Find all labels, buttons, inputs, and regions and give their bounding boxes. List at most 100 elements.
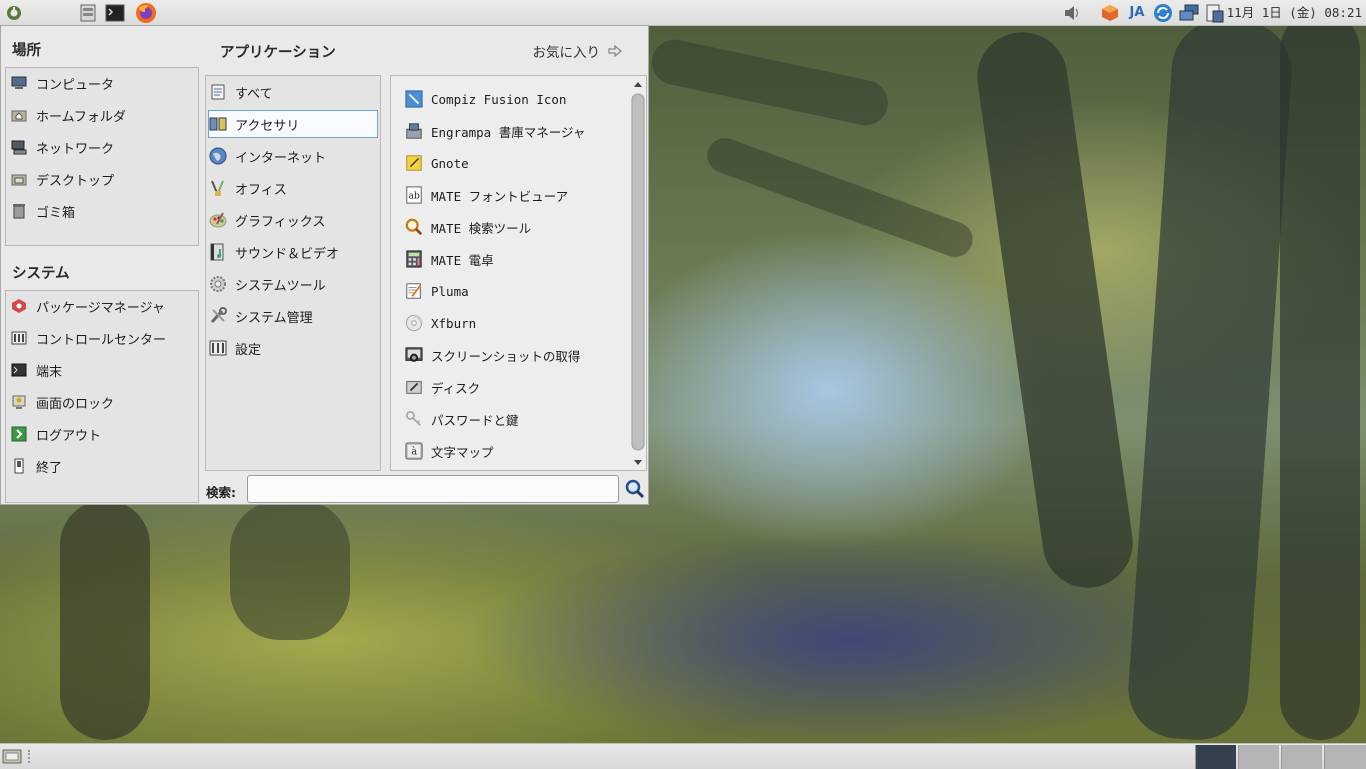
svg-text:ab: ab: [409, 192, 420, 202]
terminal-icon[interactable]: [104, 2, 126, 23]
category-system-admin[interactable]: システム管理: [209, 302, 313, 330]
system-shutdown[interactable]: 終了: [10, 452, 62, 480]
disks-icon: [405, 378, 423, 396]
home-folder-icon: [10, 106, 28, 124]
place-desktop[interactable]: デスクトップ: [10, 165, 114, 193]
network-icon[interactable]: [1178, 2, 1200, 23]
system-package-manager[interactable]: パッケージマネージャ: [10, 292, 165, 320]
app-list-scrollbar[interactable]: [631, 78, 645, 470]
applications-title: アプリケーション: [220, 45, 336, 61]
app-compiz-fusion-icon[interactable]: Compiz Fusion Icon: [405, 85, 566, 113]
all-apps-icon: [209, 83, 227, 101]
clipboard-icon[interactable]: [1204, 2, 1226, 23]
graphics-icon: [209, 211, 227, 229]
package-updates-icon[interactable]: [1100, 2, 1120, 23]
compiz-icon: [405, 90, 423, 108]
system-lock-screen[interactable]: 画面のロック: [10, 388, 114, 416]
app-disks[interactable]: ディスク: [405, 373, 480, 401]
show-desktop-icon[interactable]: [2, 747, 22, 769]
screenshot-icon: [405, 346, 423, 364]
workspace-2[interactable]: [1238, 745, 1279, 769]
app-mate-font-viewer[interactable]: ab MATE フォントビューア: [405, 181, 568, 209]
bottom-panel: [0, 743, 1366, 769]
clock[interactable]: 11月 1日 (金) 08:21: [1227, 0, 1362, 25]
sound-video-icon: [209, 243, 227, 261]
internet-icon: [209, 147, 227, 165]
system-control-center[interactable]: コントロールセンター: [10, 324, 166, 352]
lock-screen-icon: [10, 393, 28, 411]
favorites-label: お気に入り: [532, 45, 601, 61]
category-sound-video[interactable]: サウンド＆ビデオ: [209, 238, 339, 266]
app-character-map[interactable]: à 文字マップ: [405, 437, 494, 465]
terminal-icon: [10, 361, 28, 379]
app-engrampa[interactable]: Engrampa 書庫マネージャ: [405, 117, 585, 145]
text-editor-icon: [405, 282, 423, 300]
character-map-icon: à: [405, 442, 423, 460]
sync-icon[interactable]: [1152, 2, 1174, 23]
shutdown-icon: [10, 457, 28, 475]
desktop-icon: [10, 170, 28, 188]
svg-text:à: à: [411, 447, 417, 458]
app-screenshot[interactable]: スクリーンショットの取得: [405, 341, 580, 369]
computer-icon: [10, 74, 28, 92]
place-network[interactable]: ネットワーク: [10, 133, 114, 161]
search-icon[interactable]: [625, 479, 645, 503]
trash-icon: [10, 202, 28, 220]
arrow-right-icon: [606, 42, 624, 60]
disc-burner-icon: [405, 314, 423, 332]
logout-icon: [10, 425, 28, 443]
application-menu: 場所 コンピュータ ホームフォルダ ネットワーク デスクトップ ゴミ箱 システム…: [0, 25, 649, 505]
system-list: パッケージマネージャ コントロールセンター 端末 画面のロック ログアウト 終了: [5, 290, 199, 503]
app-xfburn[interactable]: Xfburn: [405, 309, 476, 337]
category-settings[interactable]: 設定: [209, 334, 261, 362]
place-trash[interactable]: ゴミ箱: [10, 197, 75, 225]
panel-handle[interactable]: [28, 750, 33, 763]
category-accessories[interactable]: アクセサリ: [208, 110, 378, 138]
accessories-icon: [209, 115, 227, 133]
place-home-folder[interactable]: ホームフォルダ: [10, 101, 126, 129]
archive-manager-icon: [405, 122, 423, 140]
network-icon: [10, 138, 28, 156]
system-logout[interactable]: ログアウト: [10, 420, 101, 448]
menu-icon[interactable]: [4, 2, 24, 23]
workspace-1[interactable]: [1195, 745, 1236, 769]
category-internet[interactable]: インターネット: [209, 142, 326, 170]
search-tool-icon: [405, 218, 423, 236]
app-mate-search-tool[interactable]: MATE 検索ツール: [405, 213, 531, 241]
font-viewer-icon: ab: [405, 186, 423, 204]
category-office[interactable]: オフィス: [209, 174, 287, 202]
category-graphics[interactable]: グラフィックス: [209, 206, 325, 234]
category-system-tools[interactable]: システムツール: [209, 270, 326, 298]
gnote-icon: [405, 154, 423, 172]
workspace-4[interactable]: [1324, 745, 1366, 769]
app-mate-calculator[interactable]: MATE 電卓: [405, 245, 494, 273]
office-icon: [209, 179, 227, 197]
category-list: すべて アクセサリ インターネット オフィス グラフィックス サウンド＆ビデオ …: [205, 75, 381, 471]
places-list: コンピュータ ホームフォルダ ネットワーク デスクトップ ゴミ箱: [5, 67, 199, 246]
places-title: 場所: [12, 43, 41, 59]
settings-icon: [209, 339, 227, 357]
system-title: システム: [12, 266, 70, 282]
top-panel: JA 11月 1日 (金) 08:21: [0, 0, 1366, 26]
search-input[interactable]: [247, 475, 619, 503]
system-admin-icon: [209, 307, 227, 325]
firefox-icon[interactable]: [134, 2, 158, 23]
passwords-keys-icon: [405, 410, 423, 428]
input-method-indicator[interactable]: JA: [1126, 2, 1148, 23]
place-computer[interactable]: コンピュータ: [10, 69, 114, 97]
volume-icon[interactable]: [1062, 2, 1082, 23]
system-tools-icon: [209, 275, 227, 293]
workspace-3[interactable]: [1281, 745, 1322, 769]
calculator-icon: [405, 250, 423, 268]
file-manager-icon[interactable]: [78, 2, 98, 23]
app-gnote[interactable]: Gnote: [405, 149, 469, 177]
favorites-button[interactable]: お気に入り: [533, 41, 625, 61]
package-manager-icon: [10, 297, 28, 315]
app-pluma[interactable]: Pluma: [405, 277, 469, 305]
system-terminal[interactable]: 端末: [10, 356, 62, 384]
search-label: 検索:: [206, 485, 236, 500]
category-all[interactable]: すべて: [209, 78, 377, 106]
control-center-icon: [10, 329, 28, 347]
app-list: Compiz Fusion Icon Engrampa 書庫マネージャ Gnot…: [390, 75, 647, 471]
app-passwords-keys[interactable]: パスワードと鍵: [405, 405, 519, 433]
